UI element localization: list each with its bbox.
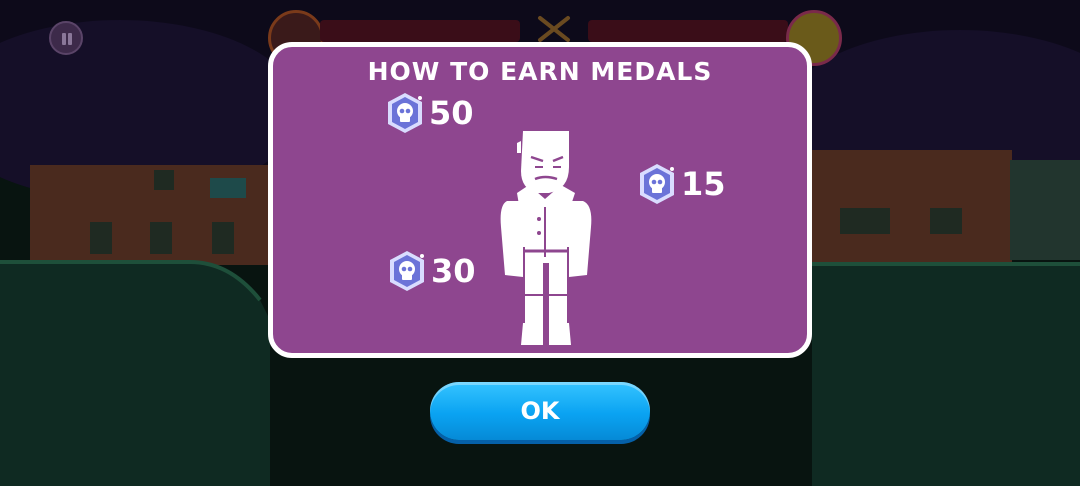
player-health-bar <box>320 20 520 42</box>
dialog-title: HOW TO EARN MEDALS <box>367 57 713 86</box>
pause-icon-bar <box>68 33 72 45</box>
pause-icon <box>62 33 66 45</box>
character-silhouette <box>500 131 592 345</box>
opponent-health-bar <box>588 20 788 42</box>
ok-button[interactable]: OK <box>430 382 650 440</box>
medal-value-head: 50 <box>429 94 474 132</box>
medals-info-dialog: HOW TO EARN MEDALS 50 15 30 <box>268 42 812 358</box>
skull-medal-icon <box>388 93 422 133</box>
skull-medal-icon <box>390 251 424 291</box>
medal-body: 30 <box>387 249 476 293</box>
medal-arm: 15 <box>637 162 726 206</box>
medal-value-body: 30 <box>431 252 476 290</box>
medal-head: 50 <box>385 91 474 135</box>
skull-medal-icon <box>640 164 674 204</box>
medal-value-arm: 15 <box>681 165 726 203</box>
crossed-swords-icon <box>538 16 570 42</box>
pause-button[interactable] <box>49 21 83 55</box>
